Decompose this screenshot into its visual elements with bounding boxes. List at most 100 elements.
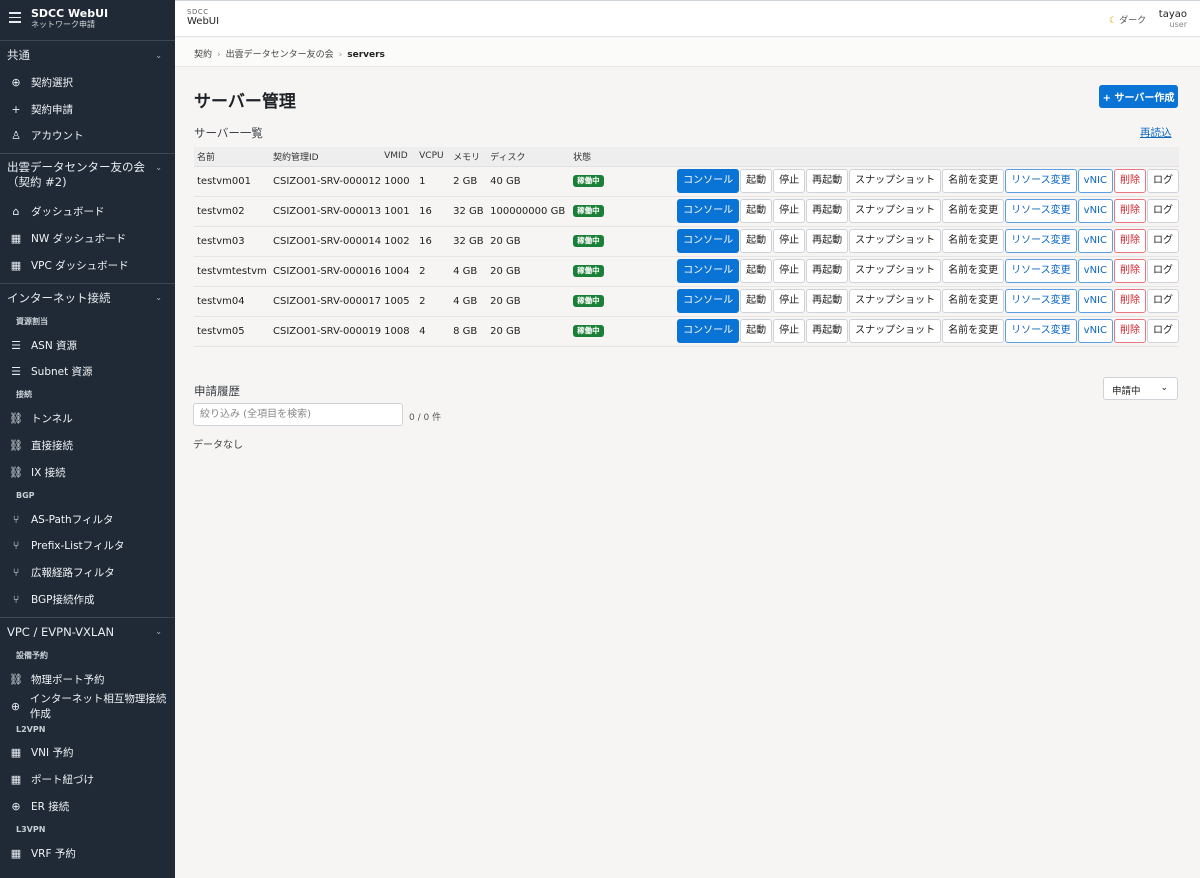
snapshot-button[interactable]: スナップショット	[849, 289, 942, 313]
sidebar-item-account[interactable]: ♙ アカウント	[0, 123, 175, 150]
list-icon: ☰	[11, 338, 21, 352]
vnic-button[interactable]: vNIC	[1077, 229, 1113, 253]
user-menu[interactable]: tayao user	[1159, 9, 1187, 29]
stop-button[interactable]: 停止	[773, 319, 806, 343]
console-button[interactable]: コンソール	[677, 169, 740, 193]
cell-mem: 32 GB	[450, 196, 488, 227]
sidebar-item-contract-select[interactable]: ⊕ 契約選択	[0, 69, 175, 96]
log-button[interactable]: ログ	[1147, 169, 1179, 193]
start-button[interactable]: 起動	[740, 229, 773, 253]
restart-button[interactable]: 再起動	[806, 289, 849, 313]
rename-button[interactable]: 名前を変更	[942, 169, 1005, 193]
log-button[interactable]: ログ	[1147, 289, 1179, 313]
cell-name: testvm03	[194, 226, 270, 257]
resize-button[interactable]: リソース変更	[1005, 259, 1077, 283]
start-button[interactable]: 起動	[740, 319, 773, 343]
sidebar-item-dashboard[interactable]: ⌂ ダッシュボード	[0, 198, 175, 225]
sidebar-item-bgp-create[interactable]: ⑂ BGP接続作成	[0, 586, 175, 613]
start-button[interactable]: 起動	[740, 169, 773, 193]
rename-button[interactable]: 名前を変更	[942, 229, 1005, 253]
resize-button[interactable]: リソース変更	[1005, 289, 1077, 313]
section-internet[interactable]: インターネット接続 ⌄	[0, 284, 175, 312]
console-button[interactable]: コンソール	[677, 319, 740, 343]
start-button[interactable]: 起動	[740, 199, 773, 223]
history-search-input[interactable]	[193, 403, 403, 426]
branch-icon: ⑂	[12, 539, 20, 553]
sidebar-item-vrf[interactable]: ▦ VRF 予約	[0, 840, 175, 867]
delete-button[interactable]: 削除	[1114, 289, 1146, 313]
section-common[interactable]: 共通 ⌄	[0, 41, 175, 69]
delete-button[interactable]: 削除	[1114, 199, 1146, 223]
sidebar-item-ix[interactable]: ⛓ IX 接続	[0, 459, 175, 486]
vnic-button[interactable]: vNIC	[1077, 289, 1113, 313]
vnic-button[interactable]: vNIC	[1077, 199, 1113, 223]
vnic-button[interactable]: vNIC	[1077, 259, 1113, 283]
rename-button[interactable]: 名前を変更	[942, 319, 1005, 343]
log-button[interactable]: ログ	[1147, 199, 1179, 223]
delete-button[interactable]: 削除	[1114, 259, 1146, 283]
cell-status: 稼働中	[570, 286, 631, 317]
stop-button[interactable]: 停止	[773, 169, 806, 193]
theme-toggle[interactable]: ☾ ダーク	[1109, 13, 1146, 26]
sidebar-item-tunnel[interactable]: ⛓ トンネル	[0, 405, 175, 432]
resize-button[interactable]: リソース変更	[1005, 319, 1077, 343]
restart-button[interactable]: 再起動	[806, 259, 849, 283]
restart-button[interactable]: 再起動	[806, 229, 849, 253]
log-button[interactable]: ログ	[1147, 229, 1179, 253]
log-button[interactable]: ログ	[1147, 259, 1179, 283]
breadcrumb-contract[interactable]: 契約	[194, 50, 212, 60]
start-button[interactable]: 起動	[740, 259, 773, 283]
console-button[interactable]: コンソール	[677, 289, 740, 313]
create-server-button[interactable]: + サーバー作成	[1099, 85, 1178, 108]
snapshot-button[interactable]: スナップショット	[849, 229, 942, 253]
resize-button[interactable]: リソース変更	[1005, 199, 1077, 223]
sidebar-item-subnet[interactable]: ☰ Subnet 資源	[0, 359, 175, 386]
sidebar-item-contract-apply[interactable]: + 契約申請	[0, 96, 175, 123]
plus-icon: +	[11, 102, 21, 116]
delete-button[interactable]: 削除	[1114, 229, 1146, 253]
resize-button[interactable]: リソース変更	[1005, 169, 1077, 193]
section-vpc[interactable]: VPC / EVPN-VXLAN ⌄	[0, 618, 175, 646]
sidebar-item-direct[interactable]: ⛓ 直接接続	[0, 432, 175, 459]
snapshot-button[interactable]: スナップショット	[849, 169, 942, 193]
sidebar-item-nw-dashboard[interactable]: ▦ NW ダッシュボード	[0, 225, 175, 252]
sidebar-item-inet-phys[interactable]: ⊕ インターネット相互物理接続作成	[0, 693, 175, 720]
stop-button[interactable]: 停止	[773, 229, 806, 253]
sidebar-item-aspath[interactable]: ⑂ AS-Pathフィルタ	[0, 506, 175, 533]
delete-button[interactable]: 削除	[1114, 319, 1146, 343]
vnic-button[interactable]: vNIC	[1077, 319, 1113, 343]
restart-button[interactable]: 再起動	[806, 319, 849, 343]
delete-button[interactable]: 削除	[1114, 169, 1146, 193]
sidebar-item-phys-port[interactable]: ⛓ 物理ポート予約	[0, 666, 175, 693]
console-button[interactable]: コンソール	[677, 229, 740, 253]
console-button[interactable]: コンソール	[677, 259, 740, 283]
sidebar-item-port-bind[interactable]: ▦ ポート紐づけ	[0, 766, 175, 793]
stop-button[interactable]: 停止	[773, 199, 806, 223]
sidebar-item-asn[interactable]: ☰ ASN 資源	[0, 332, 175, 359]
console-button[interactable]: コンソール	[677, 199, 740, 223]
start-button[interactable]: 起動	[740, 289, 773, 313]
status-filter-select[interactable]: 申請中 ⌄	[1103, 377, 1178, 400]
sidebar-item-prefix[interactable]: ⑂ Prefix-Listフィルタ	[0, 533, 175, 560]
stop-button[interactable]: 停止	[773, 289, 806, 313]
vnic-button[interactable]: vNIC	[1077, 169, 1113, 193]
sidebar-item-er[interactable]: ⊕ ER 接続	[0, 793, 175, 820]
sidebar-item-route-filter[interactable]: ⑂ 広報経路フィルタ	[0, 559, 175, 586]
section-contract[interactable]: 出雲データセンター友の会（契約 #2) ⌄	[0, 154, 175, 198]
snapshot-button[interactable]: スナップショット	[849, 199, 942, 223]
snapshot-button[interactable]: スナップショット	[849, 259, 942, 283]
rename-button[interactable]: 名前を変更	[942, 289, 1005, 313]
restart-button[interactable]: 再起動	[806, 169, 849, 193]
log-button[interactable]: ログ	[1147, 319, 1179, 343]
menu-icon[interactable]	[9, 12, 21, 26]
sidebar-item-vni[interactable]: ▦ VNI 予約	[0, 740, 175, 767]
stop-button[interactable]: 停止	[773, 259, 806, 283]
reload-link[interactable]: 再読込	[1140, 125, 1172, 140]
rename-button[interactable]: 名前を変更	[942, 259, 1005, 283]
resize-button[interactable]: リソース変更	[1005, 229, 1077, 253]
restart-button[interactable]: 再起動	[806, 199, 849, 223]
rename-button[interactable]: 名前を変更	[942, 199, 1005, 223]
breadcrumb-contract-name[interactable]: 出雲データセンター友の会	[226, 50, 334, 60]
sidebar-item-vpc-dashboard[interactable]: ▦ VPC ダッシュボード	[0, 252, 175, 279]
snapshot-button[interactable]: スナップショット	[849, 319, 942, 343]
